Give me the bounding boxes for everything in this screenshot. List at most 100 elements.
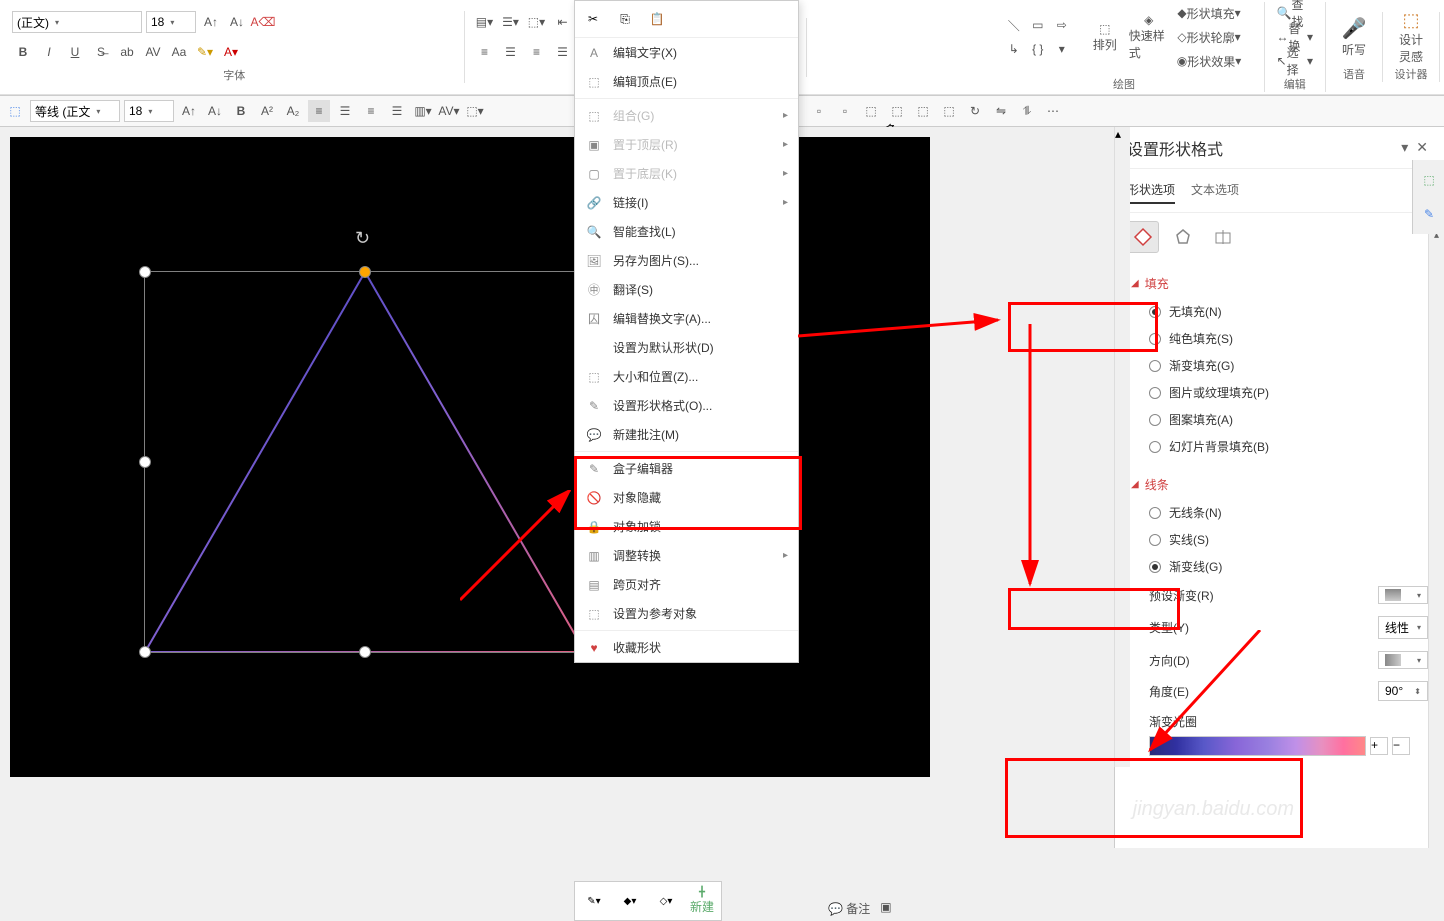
cm-page-align[interactable]: ▤跨页对齐	[575, 570, 798, 599]
superscript-icon[interactable]: A²	[256, 100, 278, 122]
align-right-icon[interactable]: ≡	[525, 41, 547, 63]
radio-slide-bg-fill[interactable]: 幻灯片背景填充(B)	[1131, 433, 1428, 460]
cm-set-reference[interactable]: ⬚设置为参考对象	[575, 599, 798, 628]
cm-alt-text[interactable]: 囚编辑替换文字(A)...	[575, 304, 798, 333]
decrease-font-icon-2[interactable]: A↓	[204, 100, 226, 122]
tab-text-options[interactable]: 文本选项	[1191, 177, 1239, 204]
side-format-icon[interactable]: ✎	[1417, 202, 1441, 226]
outline-color-icon[interactable]: ◇▾	[651, 886, 681, 916]
textbox-icon[interactable]: ⬚	[4, 100, 26, 122]
align-left-icon[interactable]: ≡	[473, 41, 495, 63]
char-spacing-icon[interactable]: AV	[142, 41, 164, 63]
align-center-icon-2[interactable]: ☰	[334, 100, 356, 122]
spacing-icon[interactable]: AV▾	[438, 100, 460, 122]
font-size-dropdown-2[interactable]: 18▾	[124, 100, 174, 122]
pen-color-icon[interactable]: ✎▾	[579, 886, 609, 916]
effects-icon[interactable]	[1167, 221, 1199, 253]
shape-outline-button[interactable]: ◇ 形状轮廓▾	[1173, 26, 1246, 48]
design-ideas-button[interactable]: ⬚设计 灵感	[1391, 12, 1431, 62]
view-icon[interactable]: ▣	[880, 900, 891, 917]
radio-gradient-fill[interactable]: 渐变填充(G)	[1131, 352, 1428, 379]
radio-gradient-line[interactable]: 渐变线(G)	[1131, 553, 1428, 580]
add-gradient-stop-icon[interactable]: +	[1370, 737, 1388, 755]
list-levels-icon[interactable]: ⬚▾	[525, 11, 547, 33]
bold-icon[interactable]: B	[12, 41, 34, 63]
shape-fill-button[interactable]: ◆ 形状填充▾	[1173, 2, 1246, 24]
fill-color-icon[interactable]: ◆▾	[615, 886, 645, 916]
cm-link[interactable]: 🔗链接(I)▸	[575, 188, 798, 217]
align-center-icon[interactable]: ☰	[499, 41, 521, 63]
justify-icon[interactable]: ☰	[551, 41, 573, 63]
cm-set-default[interactable]: 设置为默认形状(D)	[575, 333, 798, 362]
numbering-icon[interactable]: ☰▾	[499, 11, 521, 33]
shape-brace-icon[interactable]: { }	[1027, 38, 1049, 60]
shape-rect-icon[interactable]: ▭	[1027, 14, 1049, 36]
comment-label[interactable]: 💬 备注	[828, 900, 870, 917]
cm-box-editor[interactable]: ✎盒子编辑器	[575, 454, 798, 483]
cm-translate[interactable]: ㊥翻译(S)	[575, 275, 798, 304]
quick-style-button[interactable]: ◈快速样式	[1129, 12, 1169, 62]
distribute-h-icon[interactable]: ⬚	[860, 100, 882, 122]
resize-handle-bm[interactable]	[359, 646, 371, 658]
preset-gradient-select[interactable]: ▾	[1378, 586, 1428, 604]
cm-format-shape[interactable]: ✎设置形状格式(O)...	[575, 391, 798, 420]
align-right-icon-2[interactable]: ≡	[360, 100, 382, 122]
cm-object-lock[interactable]: 🔒对象加锁	[575, 512, 798, 541]
font-family-dropdown[interactable]: (正文)▾	[12, 11, 142, 33]
select-button[interactable]: ↖ 选择▾	[1273, 50, 1317, 72]
font-family-dropdown-2[interactable]: 等线 (正文▾	[30, 100, 120, 122]
radio-solid-fill[interactable]: 纯色填充(S)	[1131, 325, 1428, 352]
size-icon[interactable]	[1207, 221, 1239, 253]
highlight-icon[interactable]: ✎▾	[194, 41, 216, 63]
subscript-icon-2[interactable]: A₂	[282, 100, 304, 122]
cm-edit-text[interactable]: A编辑文字(X)	[575, 38, 798, 67]
new-button[interactable]: ╋新建	[687, 886, 717, 916]
type-select[interactable]: 线性▾	[1378, 616, 1428, 639]
font-color-icon[interactable]: A▾	[220, 41, 242, 63]
scroll-up-icon[interactable]: ▴	[1115, 127, 1130, 141]
panel-dropdown-icon[interactable]: ▾	[1397, 135, 1412, 160]
columns-icon[interactable]: ▥▾	[412, 100, 434, 122]
font-size-dropdown[interactable]: 18▾	[146, 11, 196, 33]
shape-connector-icon[interactable]: ↳	[1003, 38, 1025, 60]
shape-more-icon[interactable]: ▾	[1051, 38, 1073, 60]
justify-icon-2[interactable]: ☰	[386, 100, 408, 122]
increase-font-icon-2[interactable]: A↑	[178, 100, 200, 122]
radio-no-fill[interactable]: 无填充(N)	[1131, 298, 1428, 325]
align-obj-middle-icon[interactable]: ▫	[808, 100, 830, 122]
align-obj-bottom-icon[interactable]: ▫	[834, 100, 856, 122]
fill-line-icon[interactable]	[1127, 221, 1159, 253]
side-home-icon[interactable]: ⬚	[1417, 168, 1441, 192]
strikethrough-icon[interactable]: S̶	[90, 41, 112, 63]
ungroup-icon[interactable]: ⬚	[938, 100, 960, 122]
rotate-handle-icon[interactable]: ↻	[355, 228, 375, 248]
decrease-indent-icon[interactable]: ⇤	[551, 11, 573, 33]
italic-icon[interactable]: I	[38, 41, 60, 63]
bullets-icon[interactable]: ▤▾	[473, 11, 495, 33]
copy-icon[interactable]: ⎘	[613, 7, 637, 31]
clear-format-icon[interactable]: A⌫	[252, 11, 274, 33]
cm-object-hide[interactable]: 🚫对象隐藏	[575, 483, 798, 512]
distribute-v-icon[interactable]: ⬚	[886, 100, 908, 122]
radio-no-line[interactable]: 无线条(N)	[1131, 499, 1428, 526]
line-section-header[interactable]: ◢线条	[1131, 470, 1428, 499]
more-align-icon[interactable]: ⋯	[1042, 100, 1064, 122]
radio-solid-line[interactable]: 实线(S)	[1131, 526, 1428, 553]
paste-icon[interactable]: 📋	[645, 7, 669, 31]
decrease-font-icon[interactable]: A↓	[226, 11, 248, 33]
resize-handle-bl[interactable]	[139, 646, 151, 658]
resize-handle-tm[interactable]	[359, 266, 371, 278]
fill-section-header[interactable]: ◢填充	[1131, 269, 1428, 298]
gradient-stops-bar[interactable]	[1149, 736, 1366, 756]
cm-edit-points[interactable]: ⬚编辑顶点(E)	[575, 67, 798, 96]
panel-vscroll[interactable]: ▴	[1428, 227, 1444, 848]
panel-close-icon[interactable]: ✕	[1412, 135, 1432, 160]
remove-gradient-stop-icon[interactable]: −	[1392, 737, 1410, 755]
radio-pattern-fill[interactable]: 图案填充(A)	[1131, 406, 1428, 433]
tab-shape-options[interactable]: 形状选项	[1127, 177, 1175, 204]
rotate-icon[interactable]: ↻	[964, 100, 986, 122]
bold-icon-2[interactable]: B	[230, 100, 252, 122]
dictation-button[interactable]: 🎤听写	[1334, 12, 1374, 62]
increase-font-icon[interactable]: A↑	[200, 11, 222, 33]
triangle-shape[interactable]: ↻	[145, 272, 585, 652]
